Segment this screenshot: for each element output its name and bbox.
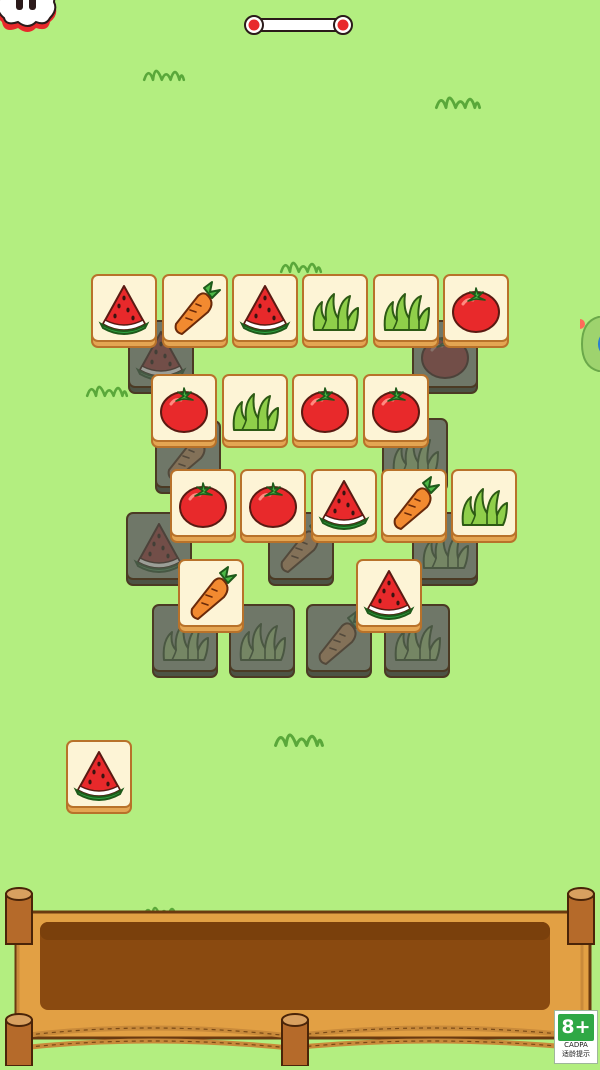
watermelon-icon xyxy=(97,280,151,336)
progress-bar-icon xyxy=(244,15,353,35)
grass-icon xyxy=(142,60,186,82)
board-tile[interactable] xyxy=(356,559,422,633)
age-rating-badge: 8+ CADPA 适龄提示 xyxy=(554,1010,598,1064)
watermelon-icon xyxy=(72,746,126,802)
board-tile[interactable] xyxy=(381,469,447,543)
board-tile[interactable] xyxy=(363,374,429,448)
pause-icon xyxy=(0,0,57,32)
tomato-icon xyxy=(449,280,503,336)
board-tile[interactable] xyxy=(443,274,509,348)
side-menu-button[interactable] xyxy=(575,315,600,373)
lettuce-icon xyxy=(228,380,282,436)
tomato-icon xyxy=(298,380,352,436)
board-tile[interactable] xyxy=(240,469,306,543)
rating-org: CADPA xyxy=(564,1041,588,1049)
tray-frame xyxy=(5,887,595,1067)
tomato-icon xyxy=(246,475,300,531)
lettuce-icon xyxy=(457,475,511,531)
watermelon-icon xyxy=(362,565,416,621)
board-tile[interactable] xyxy=(373,274,439,348)
floating-tile[interactable] xyxy=(66,740,132,814)
board-tile[interactable] xyxy=(170,469,236,543)
tomato-icon xyxy=(369,380,423,436)
board-tile[interactable] xyxy=(311,469,377,543)
age-rating: 8+ xyxy=(558,1014,594,1041)
carrot-icon xyxy=(387,475,441,531)
carrot-icon xyxy=(168,280,222,336)
watermelon-icon xyxy=(238,280,292,336)
pause-button[interactable] xyxy=(0,0,60,32)
tomato-icon xyxy=(157,380,211,436)
board-tile[interactable] xyxy=(162,274,228,348)
tile-tray xyxy=(0,886,600,1067)
board-tile[interactable] xyxy=(451,469,517,543)
grass-icon xyxy=(276,252,326,274)
grass-icon xyxy=(84,376,130,398)
board-tile[interactable] xyxy=(292,374,358,448)
board-tile[interactable] xyxy=(232,274,298,348)
board-tile[interactable] xyxy=(178,559,244,633)
rating-notice: 适龄提示 xyxy=(562,1050,590,1058)
side-menu-icon xyxy=(575,315,600,373)
tomato-icon xyxy=(176,475,230,531)
level-progress-bar xyxy=(243,13,354,37)
board-tile[interactable] xyxy=(302,274,368,348)
board-tile[interactable] xyxy=(222,374,288,448)
grass-icon xyxy=(268,722,330,748)
lettuce-icon xyxy=(379,280,433,336)
lettuce-icon xyxy=(308,280,362,336)
board-tile[interactable] xyxy=(91,274,157,348)
watermelon-icon xyxy=(317,475,371,531)
board-tile[interactable] xyxy=(151,374,217,448)
carrot-icon xyxy=(184,565,238,621)
grass-icon xyxy=(430,86,486,110)
